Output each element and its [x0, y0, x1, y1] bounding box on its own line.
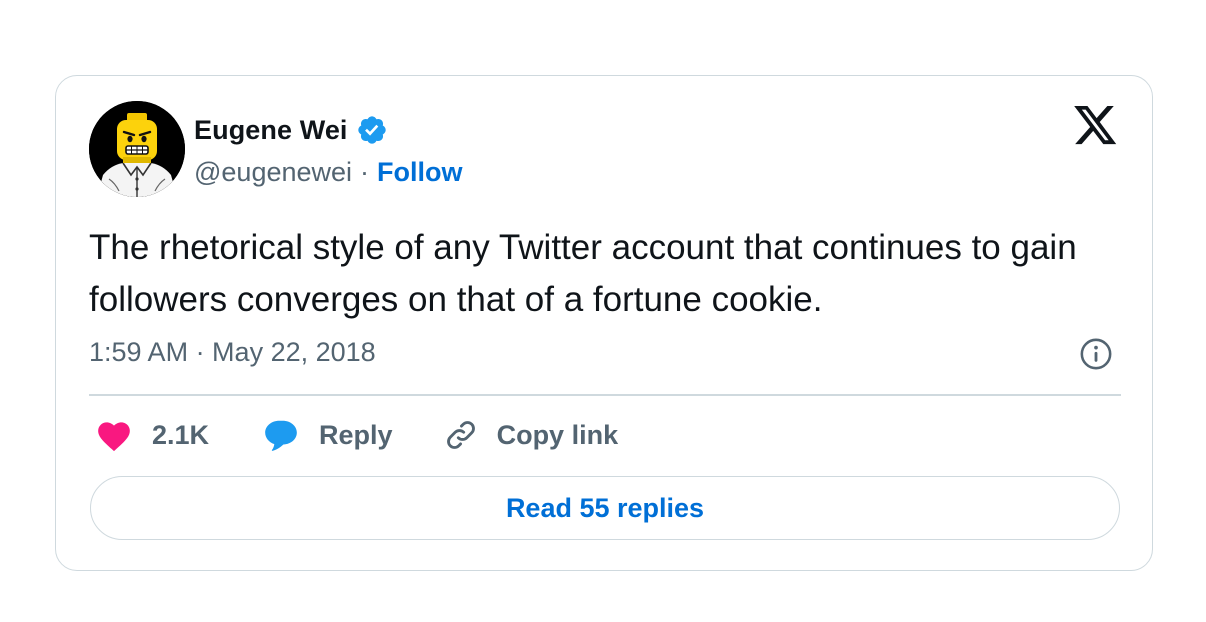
- tweet-actions: 2.1K Reply Copy link: [94, 414, 618, 456]
- follow-button[interactable]: Follow: [377, 157, 462, 188]
- author-name-row: Eugene Wei: [194, 112, 388, 148]
- x-logo-icon[interactable]: [1074, 106, 1118, 146]
- author-name[interactable]: Eugene Wei: [194, 115, 348, 146]
- tweet-timestamp[interactable]: 1:59 AM · May 22, 2018: [89, 337, 376, 368]
- reply-label: Reply: [319, 419, 393, 450]
- avatar[interactable]: [89, 101, 185, 197]
- info-icon[interactable]: [1079, 337, 1113, 371]
- read-replies-button[interactable]: Read 55 replies: [90, 476, 1120, 540]
- verified-badge-icon: [356, 114, 388, 146]
- copy-link-button[interactable]: Copy link: [441, 415, 619, 455]
- tweet-meta: 1:59 AM · May 22, 2018: [89, 332, 376, 372]
- reply-button[interactable]: Reply: [261, 415, 393, 455]
- tweet-text: The rhetorical style of any Twitter acco…: [89, 228, 1077, 319]
- lego-minifigure-avatar: [89, 101, 185, 197]
- copy-link-label: Copy link: [496, 419, 619, 450]
- author-handle-row: @eugenewei · Follow: [194, 154, 463, 190]
- link-icon: [441, 415, 481, 455]
- divider: [89, 394, 1121, 396]
- author-handle[interactable]: @eugenewei: [194, 157, 352, 188]
- like-count: 2.1K: [152, 419, 210, 450]
- like-button[interactable]: 2.1K: [94, 415, 209, 455]
- heart-icon: [94, 415, 134, 455]
- speech-bubble-icon: [261, 415, 301, 455]
- tweet-card: Eugene Wei @eugenewei · Follow The rheto…: [55, 75, 1153, 571]
- separator-dot: ·: [360, 156, 370, 187]
